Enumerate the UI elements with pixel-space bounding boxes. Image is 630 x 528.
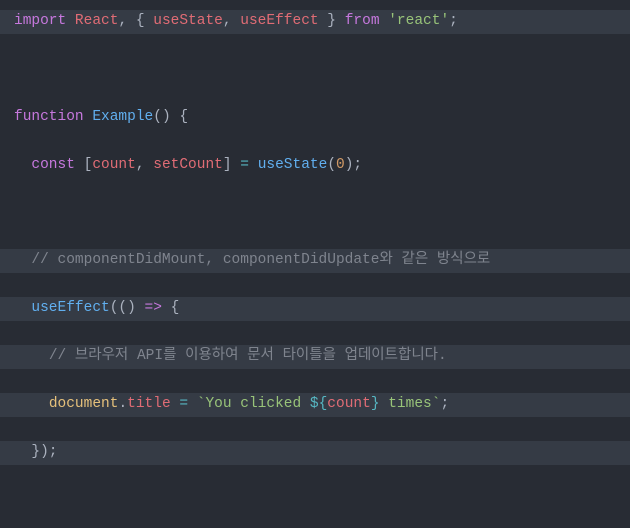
code-line: const [count, setCount] = useState(0); (14, 154, 616, 178)
code-line: import React, { useState, useEffect } fr… (0, 10, 630, 34)
code-line: // componentDidMount, componentDidUpdate… (0, 249, 630, 273)
code-line: }); (0, 441, 630, 465)
code-line (14, 201, 616, 225)
code-line (14, 488, 616, 512)
code-block: import React, { useState, useEffect } fr… (0, 0, 630, 528)
code-line: useEffect(() => { (0, 297, 630, 321)
code-line: document.title = `You clicked ${count} t… (0, 393, 630, 417)
code-line (14, 58, 616, 82)
code-line: // 브라우저 API를 이용하여 문서 타이틀을 업데이트합니다. (0, 345, 630, 369)
code-line: function Example() { (14, 106, 616, 130)
